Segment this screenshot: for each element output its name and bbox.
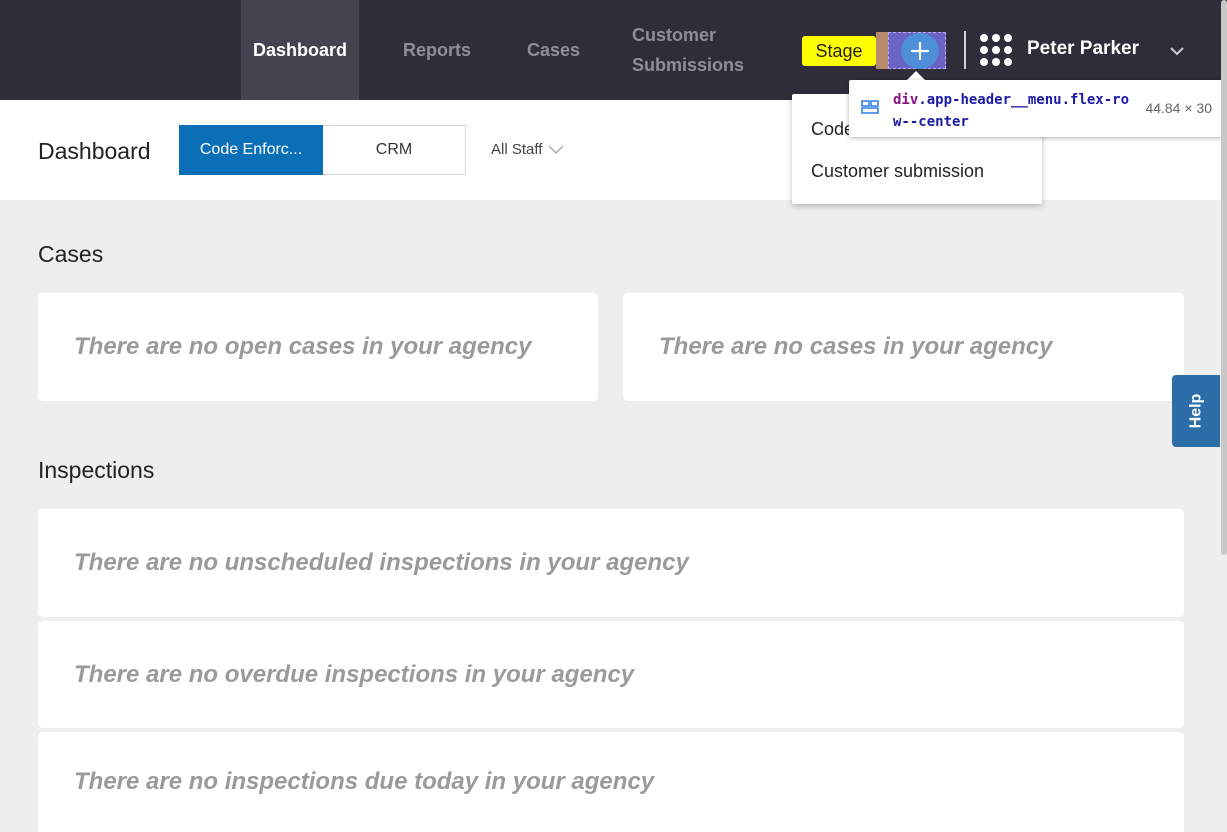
open-cases-card: There are no open cases in your agency xyxy=(38,293,598,401)
devtools-inspect-tooltip: div.app-header__menu.flex-row--center 44… xyxy=(849,80,1224,137)
nav-cases[interactable]: Cases xyxy=(527,0,580,100)
apps-grid-icon[interactable] xyxy=(980,34,1012,66)
staff-filter-select[interactable]: All Staff xyxy=(491,141,564,158)
tooltip-dimensions: 44.84 × 30 xyxy=(1145,100,1212,116)
tooltip-arrow xyxy=(907,71,925,80)
menu-item-customer-submission[interactable]: Customer submission xyxy=(811,161,984,182)
staff-filter-label: All Staff xyxy=(491,141,543,158)
empty-message: There are no open cases in your agency xyxy=(74,333,532,360)
flex-layout-icon xyxy=(861,100,879,114)
nav-cases-label: Cases xyxy=(527,39,581,60)
segment-crm[interactable]: CRM xyxy=(323,125,466,175)
scrollbar[interactable] xyxy=(1221,0,1227,555)
empty-message: There are no inspections due today in yo… xyxy=(74,768,655,795)
add-button[interactable] xyxy=(901,33,939,69)
chevron-down-icon[interactable] xyxy=(1168,44,1186,58)
header-divider xyxy=(964,31,966,69)
user-name[interactable]: Peter Parker xyxy=(1027,38,1139,60)
empty-message: There are no overdue inspections in your… xyxy=(74,660,635,688)
empty-message: There are no unscheduled inspections in … xyxy=(74,549,689,576)
stage-badge: Stage xyxy=(802,36,876,66)
unscheduled-inspections-card: There are no unscheduled inspections in … xyxy=(38,509,1184,617)
tooltip-selector: div.app-header__menu.flex-row--center xyxy=(893,89,1133,133)
tooltip-tag: div xyxy=(893,92,919,108)
nav-customer-submissions-line1: Customer xyxy=(632,25,717,45)
nav-customer-submissions[interactable]: Customer Submissions xyxy=(632,0,744,100)
cases-section-title: Cases xyxy=(38,241,104,267)
due-today-inspections-card: There are no inspections due today in yo… xyxy=(38,732,1184,832)
help-label: Help xyxy=(1186,393,1204,429)
nav-reports[interactable]: Reports xyxy=(403,0,471,100)
nav-reports-label: Reports xyxy=(403,39,472,60)
plus-icon xyxy=(910,41,930,61)
page-title: Dashboard xyxy=(38,138,151,164)
empty-message: There are no cases in your agency xyxy=(659,333,1053,360)
help-tab[interactable]: Help xyxy=(1172,375,1220,447)
nav-customer-submissions-line2: Submissions xyxy=(632,55,745,75)
all-cases-card: There are no cases in your agency xyxy=(623,293,1184,401)
highlight-padding xyxy=(876,32,888,69)
menu-item-code[interactable]: Code xyxy=(811,119,854,140)
overdue-inspections-card: There are no overdue inspections in your… xyxy=(38,621,1184,728)
chevron-down-icon xyxy=(548,144,564,154)
nav-dashboard[interactable]: Dashboard xyxy=(241,0,359,100)
nav-dashboard-label: Dashboard xyxy=(252,39,348,60)
segment-code-enforcement[interactable]: Code Enforc... xyxy=(179,125,323,175)
inspections-section-title: Inspections xyxy=(38,457,155,483)
tooltip-classes: .app-header__menu.flex-row--center xyxy=(893,92,1130,130)
